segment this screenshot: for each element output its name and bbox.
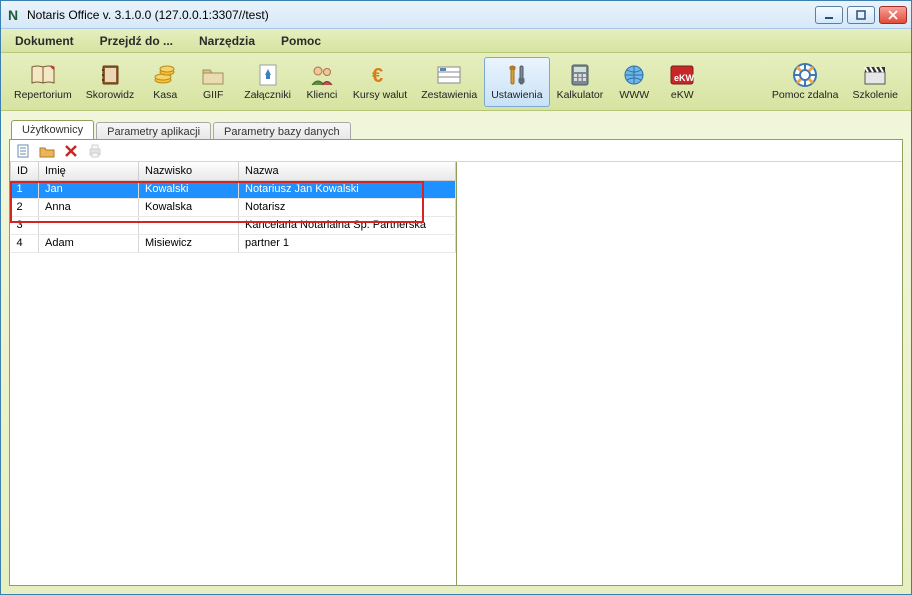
toolbar-www[interactable]: WWW — [610, 57, 658, 107]
ekw-icon: eKW — [668, 62, 696, 88]
attachment-icon — [254, 62, 282, 88]
folder-open-icon — [39, 143, 55, 159]
close-icon — [888, 10, 898, 20]
toolbar-giif[interactable]: GIIF — [189, 57, 237, 107]
new-button[interactable] — [14, 142, 32, 160]
col-id[interactable]: ID — [11, 162, 39, 180]
toolbar-zalaczniki[interactable]: Załączniki — [237, 57, 298, 107]
maximize-button[interactable] — [847, 6, 875, 24]
delete-icon — [64, 144, 78, 158]
close-button[interactable] — [879, 6, 907, 24]
empty-right-pane — [457, 162, 903, 585]
panel-toolbar — [10, 140, 902, 162]
table-row[interactable]: 3 Kancelaria Notarialna Sp. Partnerska — [11, 216, 456, 234]
toolbar-zestawienia[interactable]: Zestawienia — [414, 57, 484, 107]
toolbar-repertorium[interactable]: Repertorium — [7, 57, 79, 107]
table-header-row: ID Imię Nazwisko Nazwa — [11, 162, 456, 180]
clapper-icon — [861, 62, 889, 88]
menu-bar: Dokument Przejdź do ... Narzędzia Pomoc — [1, 29, 911, 53]
menu-pomoc[interactable]: Pomoc — [277, 31, 325, 51]
delete-button[interactable] — [62, 142, 80, 160]
tab-strip: Użytkownicy Parametry aplikacji Parametr… — [11, 117, 903, 139]
open-button[interactable] — [38, 142, 56, 160]
title-bar: N Notaris Office v. 3.1.0.0 (127.0.0.1:3… — [1, 1, 911, 29]
app-window: N Notaris Office v. 3.1.0.0 (127.0.0.1:3… — [0, 0, 912, 595]
menu-przejdz-do[interactable]: Przejdź do ... — [96, 31, 177, 51]
globe-icon — [620, 62, 648, 88]
toolbar-kasa[interactable]: Kasa — [141, 57, 189, 107]
toolbar-ekw[interactable]: eKW eKW — [658, 57, 706, 107]
client-area: Użytkownicy Parametry aplikacji Parametr… — [1, 111, 911, 594]
table-row[interactable]: 2 Anna Kowalska Notarisz — [11, 198, 456, 216]
table-row[interactable]: 1 Jan Kowalski Notariusz Jan Kowalski — [11, 180, 456, 198]
window-controls — [815, 6, 907, 24]
minimize-icon — [824, 10, 834, 20]
report-icon — [435, 62, 463, 88]
toolbar-klienci[interactable]: Klienci — [298, 57, 346, 107]
lifebuoy-icon — [791, 62, 819, 88]
folder-icon — [199, 62, 227, 88]
col-nazwisko[interactable]: Nazwisko — [139, 162, 239, 180]
toolbar-kursy-walut[interactable]: € Kursy walut — [346, 57, 414, 107]
col-nazwa[interactable]: Nazwa — [239, 162, 456, 180]
people-icon — [308, 62, 336, 88]
menu-narzedzia[interactable]: Narzędzia — [195, 31, 259, 51]
tab-panel: ID Imię Nazwisko Nazwa 1 Jan Kowalski — [9, 139, 903, 586]
tab-parametry-bazy[interactable]: Parametry bazy danych — [213, 122, 351, 140]
new-icon — [15, 143, 31, 159]
notebook-icon — [96, 62, 124, 88]
svg-text:eKW: eKW — [674, 73, 695, 83]
minimize-button[interactable] — [815, 6, 843, 24]
tab-parametry-aplikacji[interactable]: Parametry aplikacji — [96, 122, 211, 140]
toolbar-skorowidz[interactable]: Skorowidz — [79, 57, 141, 107]
menu-dokument[interactable]: Dokument — [11, 31, 78, 51]
coins-icon — [151, 62, 179, 88]
tab-uzytkownicy[interactable]: Użytkownicy — [11, 120, 94, 139]
tools-icon — [503, 62, 531, 88]
users-table-wrap: ID Imię Nazwisko Nazwa 1 Jan Kowalski — [10, 162, 457, 585]
svg-text:€: € — [372, 65, 383, 87]
toolbar-szkolenie[interactable]: Szkolenie — [845, 57, 905, 107]
print-icon — [87, 143, 103, 159]
table-row[interactable]: 4 Adam Misiewicz partner 1 — [11, 234, 456, 252]
toolbar-ustawienia[interactable]: Ustawienia — [484, 57, 549, 107]
col-imie[interactable]: Imię — [39, 162, 139, 180]
main-toolbar: Repertorium Skorowidz Kasa GIIF Załączni… — [1, 53, 911, 111]
print-button[interactable] — [86, 142, 104, 160]
calculator-icon — [566, 62, 594, 88]
app-icon: N — [5, 7, 21, 23]
toolbar-pomoc-zdalna[interactable]: Pomoc zdalna — [765, 57, 846, 107]
book-icon — [29, 62, 57, 88]
toolbar-kalkulator[interactable]: Kalkulator — [550, 57, 611, 107]
maximize-icon — [856, 10, 866, 20]
users-table: ID Imię Nazwisko Nazwa 1 Jan Kowalski — [10, 162, 456, 253]
euro-icon: € — [366, 62, 394, 88]
window-title: Notaris Office v. 3.1.0.0 (127.0.0.1:330… — [27, 8, 269, 22]
